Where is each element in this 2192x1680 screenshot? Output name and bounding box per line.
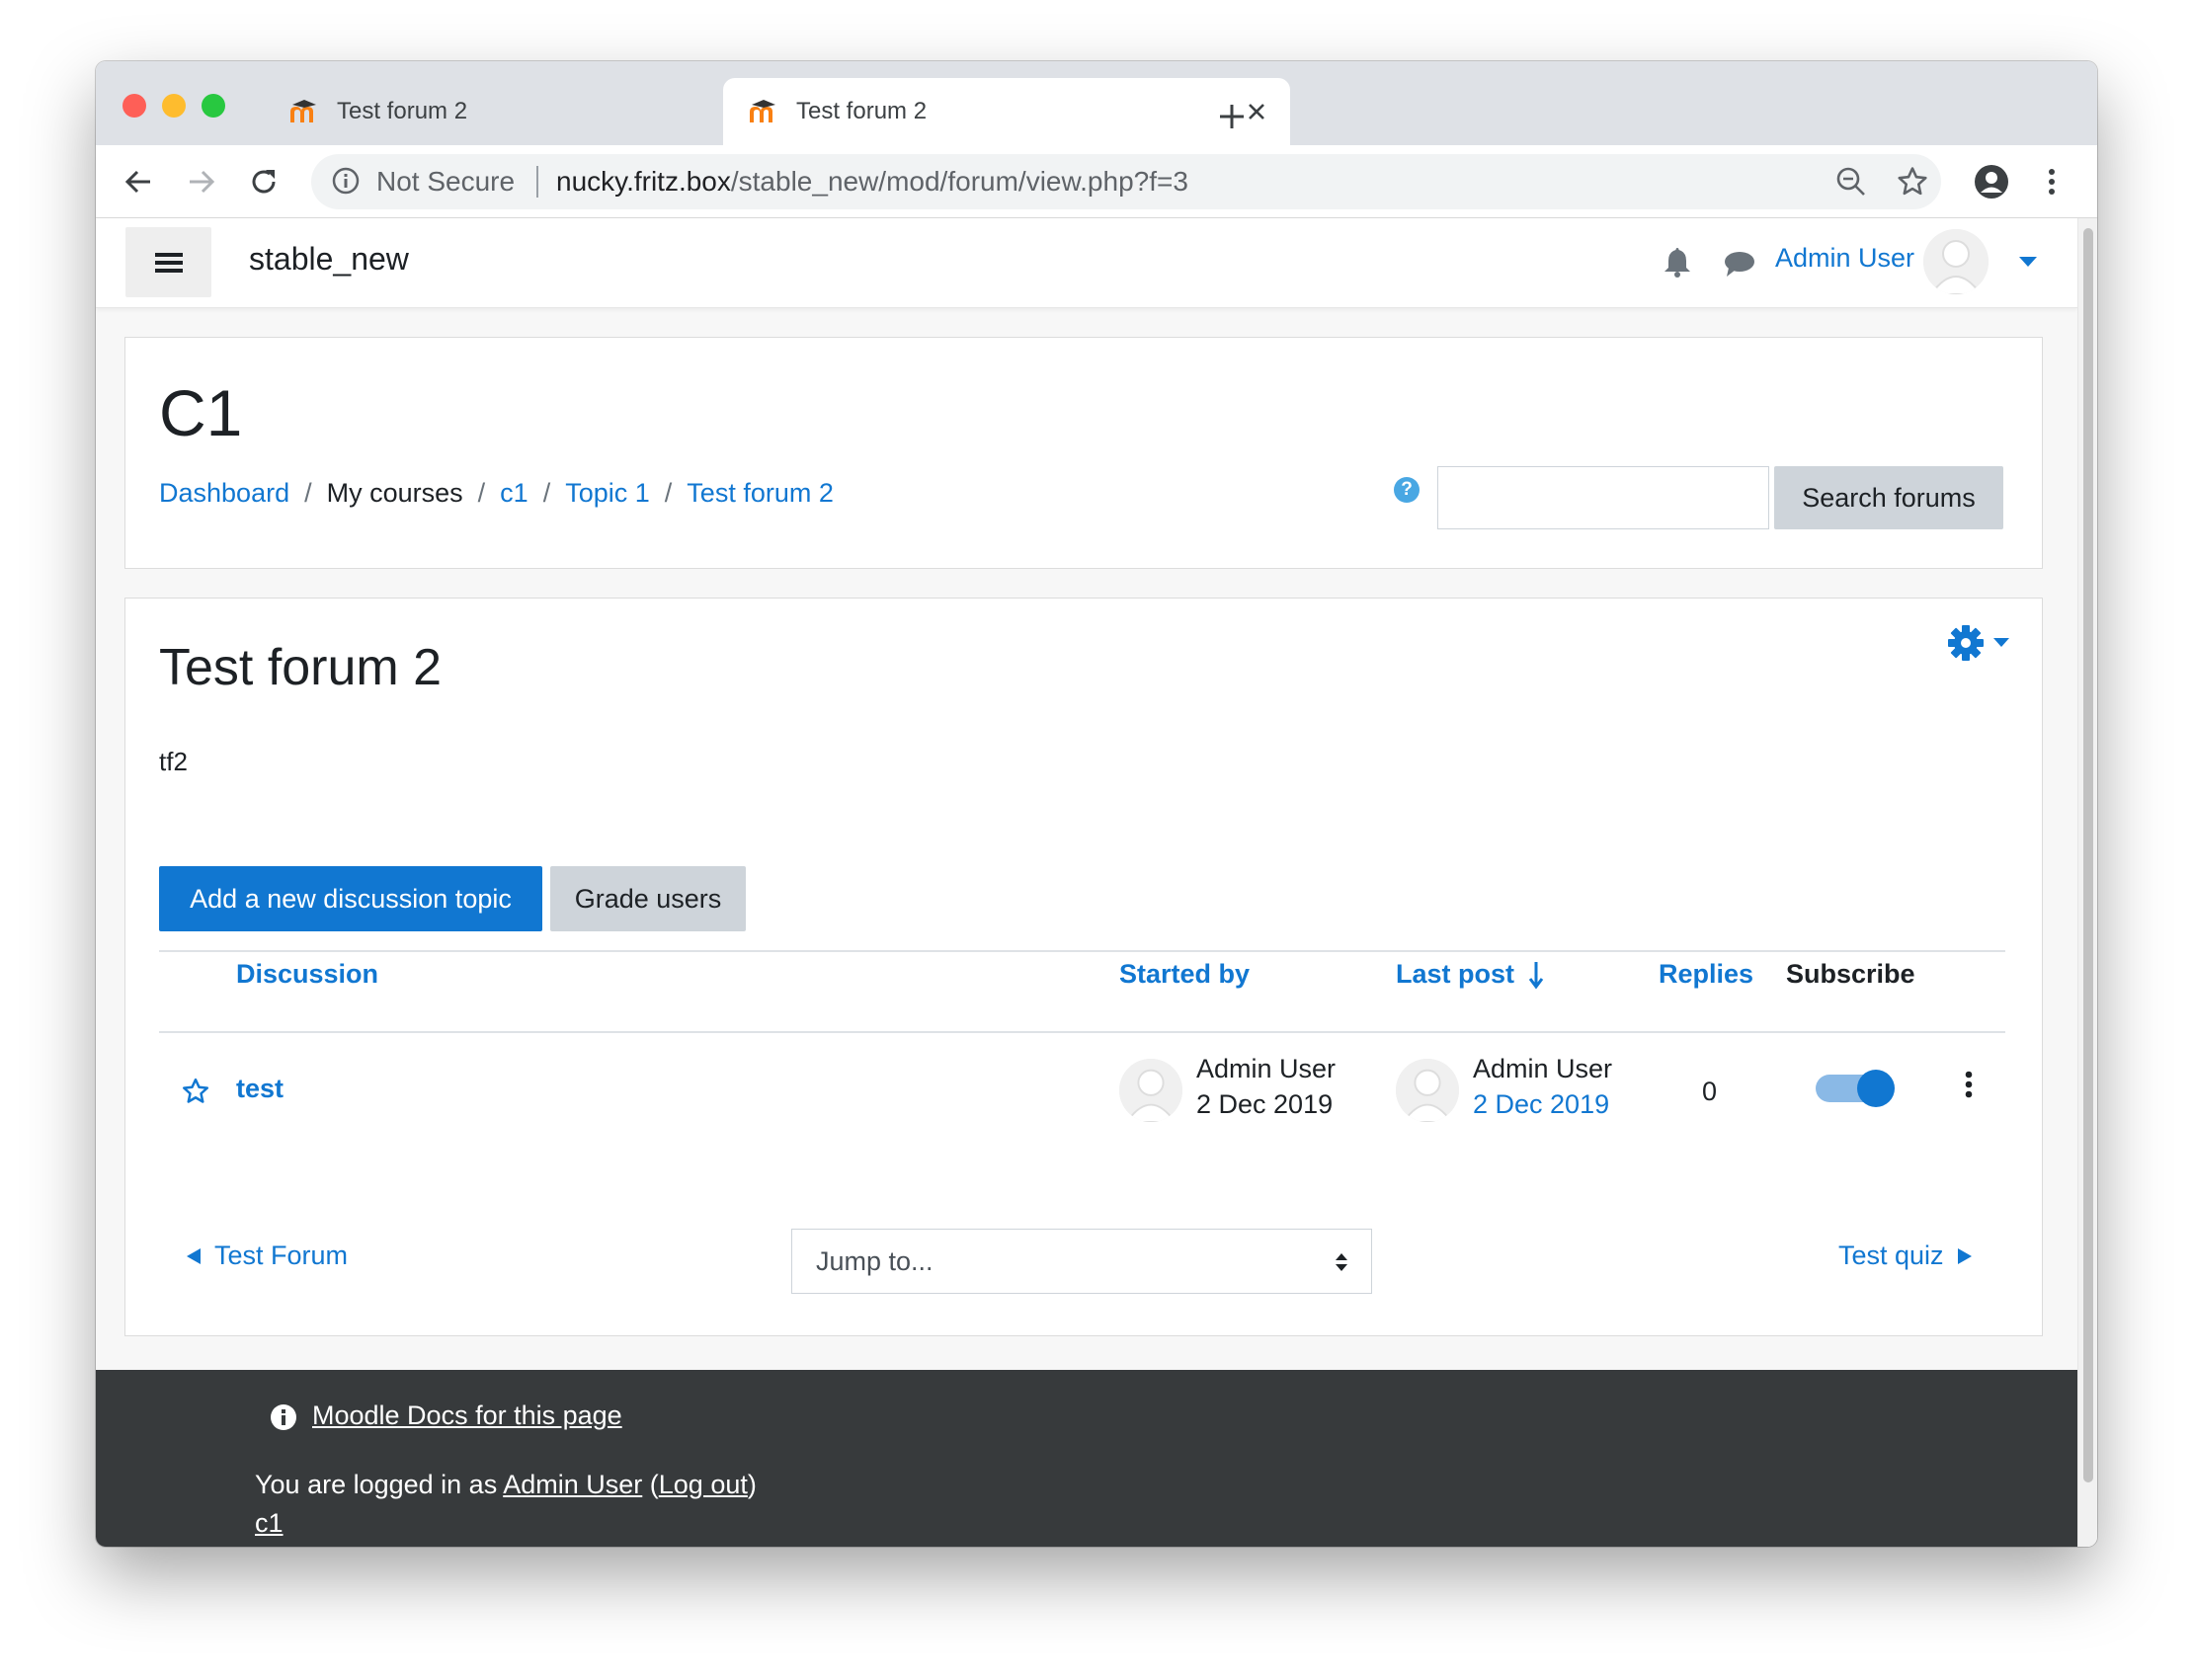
user-menu-caret-icon[interactable]: [2019, 256, 2037, 274]
triangle-right-icon: [1957, 1247, 1972, 1264]
back-icon[interactable]: [120, 163, 157, 200]
select-arrows-icon: [1336, 1253, 1347, 1271]
info-icon[interactable]: [331, 166, 361, 200]
forum-description: tf2: [159, 747, 188, 776]
footer-course-link[interactable]: c1: [255, 1508, 284, 1539]
replies-count: 0: [1702, 1077, 1718, 1106]
column-discussion[interactable]: Discussion: [236, 959, 378, 990]
column-started-by[interactable]: Started by: [1119, 959, 1250, 990]
previous-activity-link[interactable]: Test Forum: [185, 1240, 348, 1271]
next-activity-label: Test quiz: [1838, 1240, 1944, 1270]
triangle-left-icon: [187, 1247, 201, 1264]
column-subscribe: Subscribe: [1786, 959, 1915, 989]
subscribe-toggle[interactable]: [1816, 1070, 1895, 1107]
gear-icon: [1948, 625, 1984, 661]
tab-strip: Test forum 2 Test forum 2: [96, 61, 2097, 145]
info-circle-icon: [270, 1403, 297, 1436]
breadcrumb-separator: /: [664, 478, 673, 508]
messages-icon[interactable]: [1724, 250, 1755, 282]
close-window-button[interactable]: [122, 94, 146, 118]
page-scrollbar[interactable]: [2077, 218, 2097, 1547]
browser-menu-icon[interactable]: [2033, 163, 2070, 200]
login-info-prefix: You are logged in as: [255, 1470, 498, 1499]
breadcrumb-separator: /: [304, 478, 312, 508]
breadcrumb-forum[interactable]: Test forum 2: [687, 478, 834, 509]
row-actions-menu-icon[interactable]: [1965, 1071, 1973, 1103]
security-label: Not Secure: [376, 166, 516, 197]
actions-menu[interactable]: [1946, 623, 2009, 663]
help-icon[interactable]: ?: [1394, 477, 1420, 503]
breadcrumb-topic[interactable]: Topic 1: [565, 478, 650, 509]
column-replies[interactable]: Replies: [1659, 959, 1753, 990]
moodle-docs-link[interactable]: Moodle Docs for this page: [312, 1400, 622, 1431]
user-menu-name[interactable]: Admin User: [1775, 243, 1914, 274]
footer-user-link[interactable]: Admin User: [503, 1470, 642, 1499]
sort-down-arrow-icon: [1528, 961, 1544, 989]
bookmark-star-icon[interactable]: [1896, 165, 1929, 203]
jump-to-select[interactable]: Jump to...: [791, 1229, 1372, 1294]
jump-to-placeholder: Jump to...: [816, 1246, 934, 1276]
last-post-date-link[interactable]: 2 Dec 2019: [1473, 1089, 1609, 1120]
new-tab-icon[interactable]: [1212, 97, 1252, 136]
starter-name: Admin User: [1196, 1054, 1337, 1083]
zoom-icon[interactable]: [1835, 166, 1867, 202]
subscribe-toggle-knob: [1857, 1070, 1895, 1107]
forum-search-input[interactable]: [1437, 466, 1769, 529]
reload-icon[interactable]: [245, 163, 283, 200]
breadcrumb-separator: /: [542, 478, 551, 508]
logout-link[interactable]: Log out: [659, 1470, 748, 1499]
site-name[interactable]: stable_new: [249, 241, 409, 278]
page-title: C1: [159, 376, 243, 449]
moodle-favicon-icon: [747, 95, 780, 128]
add-discussion-button[interactable]: Add a new discussion topic: [159, 866, 542, 931]
breadcrumb-course[interactable]: c1: [500, 478, 528, 509]
column-last-post[interactable]: Last post: [1396, 959, 1544, 990]
browser-toolbar: Not Secure nucky.fritz.box/stable_new/mo…: [96, 145, 2097, 218]
login-info: You are logged in as Admin User (Log out…: [255, 1470, 757, 1499]
url-path: /stable_new/mod/forum/view.php?f=3: [730, 166, 1188, 197]
grade-users-button[interactable]: Grade users: [550, 866, 746, 931]
address-bar[interactable]: Not Secure nucky.fritz.box/stable_new/mo…: [311, 154, 1941, 209]
drawer-toggle-button[interactable]: [125, 227, 211, 297]
tab-title: Test forum 2: [337, 98, 468, 124]
last-post-avatar[interactable]: [1396, 1059, 1459, 1122]
breadcrumb-dashboard[interactable]: Dashboard: [159, 478, 289, 509]
url-text[interactable]: nucky.fritz.box/stable_new/mod/forum/vie…: [556, 166, 1188, 198]
star-icon[interactable]: [181, 1077, 210, 1111]
profile-icon[interactable]: [1973, 163, 2010, 200]
user-avatar[interactable]: [1923, 229, 1989, 294]
table-top-divider: [159, 950, 2005, 952]
tab-title: Test forum 2: [796, 98, 928, 124]
forum-content: Test forum 2 tf2 Add a new discussion to…: [124, 598, 2043, 1336]
forward-icon[interactable]: [183, 163, 220, 200]
breadcrumb: Dashboard / My courses / c1 / Topic 1 / …: [159, 478, 834, 509]
discussion-title-link[interactable]: test: [236, 1074, 284, 1104]
caret-down-icon: [1993, 638, 2009, 647]
notifications-bell-icon[interactable]: [1663, 246, 1692, 282]
column-last-post-label: Last post: [1396, 959, 1515, 989]
url-host: nucky.fritz.box: [556, 166, 731, 197]
page-viewport: stable_new Admin User C1 Dashboard / My …: [96, 218, 2097, 1547]
moodle-favicon-icon: [287, 95, 321, 128]
browser-tab-2[interactable]: Test forum 2: [723, 78, 1290, 145]
starter-date: 2 Dec 2019: [1196, 1089, 1334, 1119]
browser-window: Test forum 2 Test forum 2 Not Secure nuc…: [96, 61, 2097, 1547]
starter-avatar[interactable]: [1119, 1059, 1182, 1122]
forum-title: Test forum 2: [159, 639, 443, 696]
previous-activity-label: Test Forum: [214, 1240, 349, 1270]
breadcrumb-separator: /: [477, 478, 486, 508]
table-header-divider: [159, 1031, 2005, 1033]
address-separator: [536, 166, 538, 198]
next-activity-link[interactable]: Test quiz: [1838, 1240, 1974, 1271]
breadcrumb-my-courses: My courses: [326, 478, 463, 508]
minimize-window-button[interactable]: [162, 94, 186, 118]
search-forums-button[interactable]: Search forums: [1774, 466, 2003, 529]
last-post-name: Admin User: [1473, 1054, 1613, 1083]
maximize-window-button[interactable]: [202, 94, 225, 118]
hamburger-icon: [154, 252, 183, 273]
scrollbar-thumb[interactable]: [2083, 228, 2093, 1482]
page-footer: Moodle Docs for this page You are logged…: [96, 1370, 2077, 1547]
top-navbar: stable_new Admin User: [96, 218, 2077, 308]
page-header: C1 Dashboard / My courses / c1 / Topic 1…: [124, 337, 2043, 569]
